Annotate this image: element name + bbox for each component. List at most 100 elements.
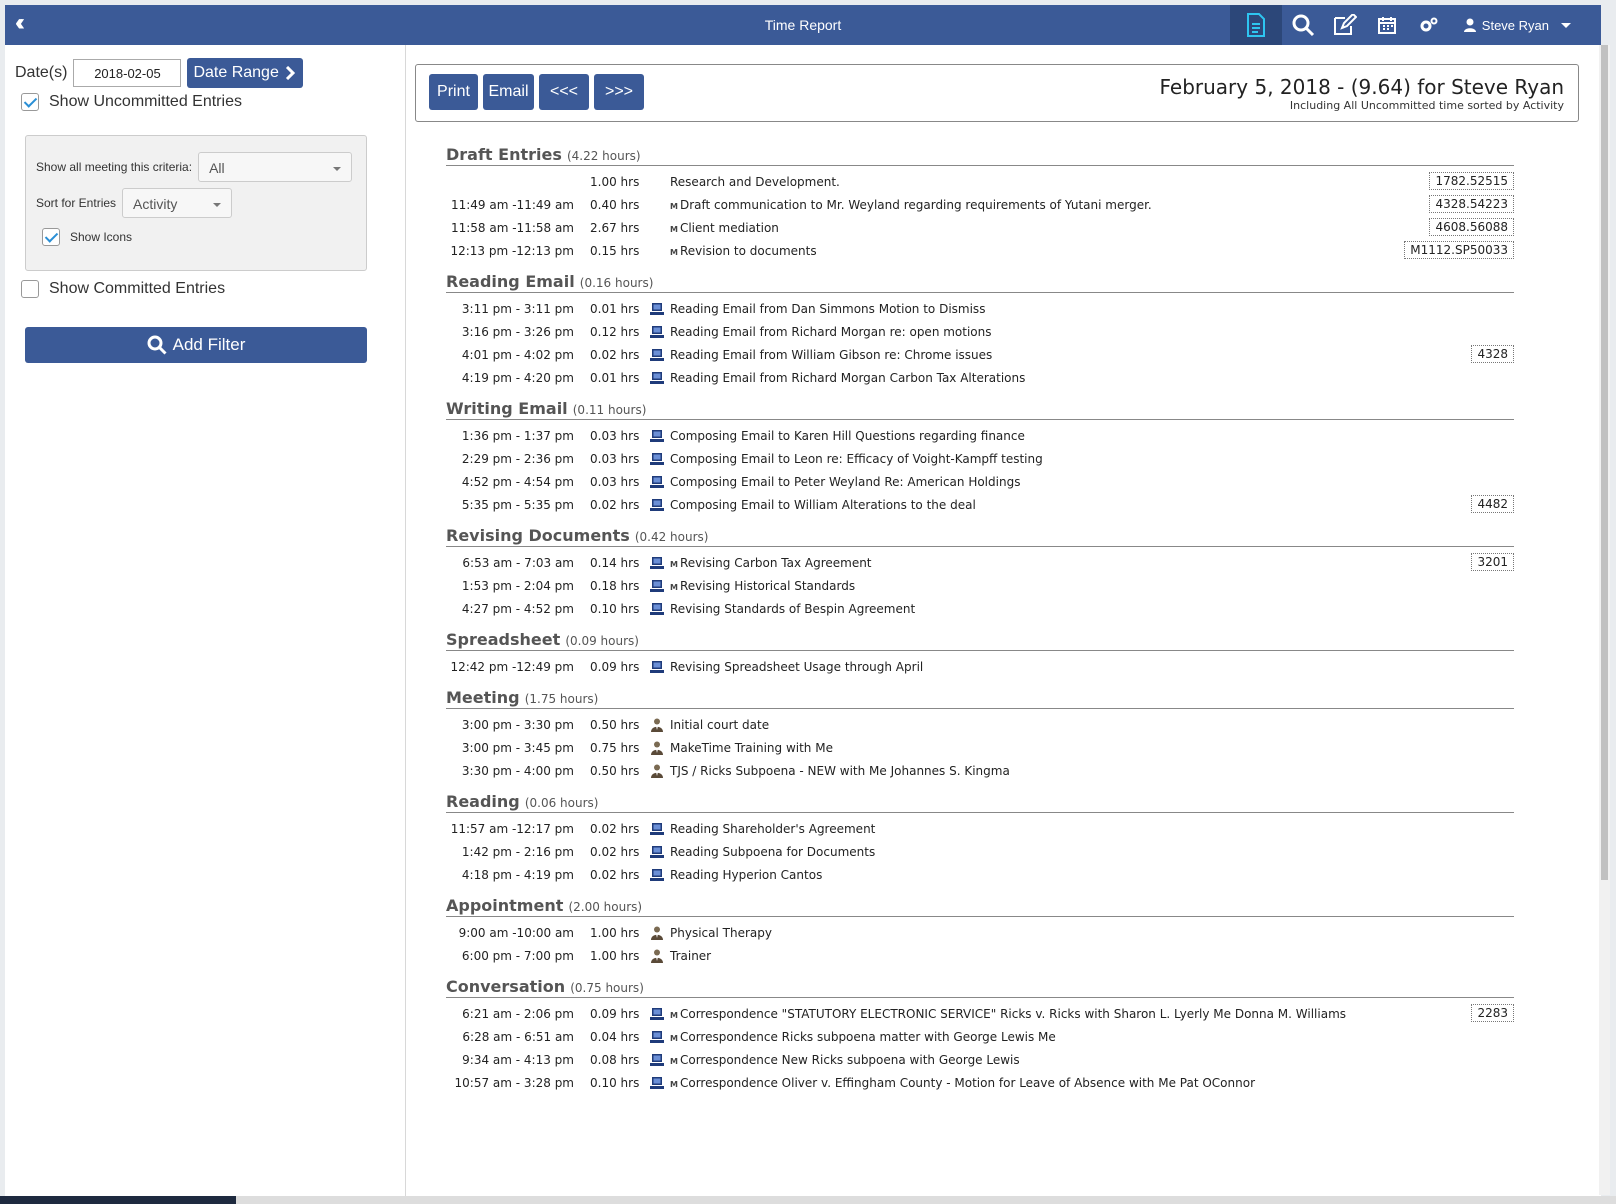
- add-filter-button[interactable]: Add Filter: [25, 327, 367, 363]
- matter-flag-icon: M: [670, 225, 678, 234]
- show-uncommitted-row[interactable]: Show Uncommitted Entries: [21, 93, 242, 111]
- matter-number[interactable]: 3201: [1471, 553, 1514, 571]
- entry-hours: 0.03 hrs: [590, 475, 640, 489]
- section-title: Reading: [446, 792, 520, 811]
- time-entry-row[interactable]: 1:53 pm - 2:04 pm 0.18 hrs M Revising Histo…: [446, 576, 1514, 599]
- entry-hours: 0.02 hrs: [590, 845, 640, 859]
- matter-flag-icon: M: [670, 1057, 678, 1066]
- time-entry-row[interactable]: 4:18 pm - 4:19 pm 0.02 hrs Reading Hyperio…: [446, 865, 1514, 888]
- time-entry-row[interactable]: 10:57 am - 3:28 pm 0.10 hrs M Correspondenc…: [446, 1073, 1514, 1096]
- entry-description-text: Initial court date: [670, 718, 770, 732]
- computer-icon: [650, 475, 664, 489]
- computer-icon: [650, 579, 664, 593]
- entry-description: TJS / Ricks Subpoena - NEW with Me Johan…: [670, 761, 1010, 781]
- entry-description: Reading Email from William Gibson re: Ch…: [670, 345, 992, 365]
- sort-select[interactable]: Activity: [122, 188, 233, 218]
- report-icon[interactable]: [1229, 5, 1282, 45]
- previous-day-button[interactable]: <<<: [539, 74, 589, 110]
- date-row: Date(s) 2018-02-05 Date Range: [15, 58, 303, 88]
- time-entry-row[interactable]: 11:49 am -11:49 am 0.40 hrs M Draft communi…: [446, 195, 1514, 218]
- activity-section: Reading (0.06 hours) 11:57 am -12:17 pm 0.…: [446, 792, 1514, 888]
- time-entry-row[interactable]: 3:16 pm - 3:26 pm 0.12 hrs Reading Email f…: [446, 322, 1514, 345]
- dropdown-arrow-icon: [213, 203, 222, 207]
- criteria-select[interactable]: All: [198, 152, 353, 182]
- matter-number[interactable]: M1112.SP50033: [1404, 241, 1514, 259]
- entry-description-text: Composing Email to Peter Weyland Re: Ame…: [670, 475, 1021, 489]
- time-entry-row[interactable]: 2:29 pm - 2:36 pm 0.03 hrs Composing Email…: [446, 449, 1514, 472]
- matter-number[interactable]: 4328: [1471, 345, 1514, 363]
- entry-description: Composing Email to Peter Weyland Re: Ame…: [670, 472, 1020, 492]
- show-icons-checkbox[interactable]: [42, 228, 60, 246]
- report-header: Print Email <<< >>> February 5, 2018 - (…: [415, 64, 1579, 122]
- time-entry-row[interactable]: 12:13 pm -12:13 pm 0.15 hrs M Revision to d…: [446, 241, 1514, 264]
- nav-icons: Steve Ryan: [1229, 5, 1601, 45]
- scrollbar-thumb[interactable]: [1601, 45, 1608, 880]
- entry-description-text: Revising Standards of Bespin Agreement: [670, 602, 916, 616]
- calendar-icon[interactable]: [1366, 5, 1408, 45]
- settings-icon[interactable]: [1408, 5, 1450, 45]
- show-icons-row[interactable]: Show Icons: [42, 228, 132, 246]
- entry-description: Composing Email to Leon re: Efficacy of …: [670, 449, 1043, 469]
- time-entry-row[interactable]: 5:35 pm - 5:35 pm 0.02 hrs Composing Email…: [446, 495, 1514, 518]
- entry-hours: 0.01 hrs: [590, 302, 640, 316]
- section-hours: (0.09 hours): [565, 634, 639, 648]
- entry-hours: 0.40 hrs: [590, 198, 640, 212]
- show-committed-row[interactable]: Show Committed Entries: [21, 280, 225, 298]
- date-range-button[interactable]: Date Range: [187, 58, 303, 88]
- matter-number[interactable]: 1782.52515: [1429, 172, 1514, 190]
- entry-hours: 1.00 hrs: [590, 949, 640, 963]
- user-menu[interactable]: Steve Ryan: [1450, 18, 1601, 33]
- activity-section: Draft Entries (4.22 hours) 1.00 hrs Resear…: [446, 145, 1514, 264]
- time-entry-row[interactable]: 11:57 am -12:17 pm 0.02 hrs Reading Shareh…: [446, 819, 1514, 842]
- scrollbar[interactable]: [1599, 45, 1610, 1195]
- time-entry-row[interactable]: 1:42 pm - 2:16 pm 0.02 hrs Reading Subpoen…: [446, 842, 1514, 865]
- time-entry-row[interactable]: 6:28 am - 6:51 am 0.04 hrs M Correspondence…: [446, 1027, 1514, 1050]
- entry-time: 11:58 am -11:58 am: [450, 221, 574, 235]
- time-entry-row[interactable]: 1.00 hrs Research and Development. 1782.52…: [446, 172, 1514, 195]
- time-entry-row[interactable]: 3:00 pm - 3:30 pm 0.50 hrs Initial court d…: [446, 715, 1514, 738]
- matter-number[interactable]: 4608.56088: [1429, 218, 1514, 236]
- section-title: Meeting: [446, 688, 520, 707]
- section-title: Draft Entries: [446, 145, 562, 164]
- time-entry-row[interactable]: 12:42 pm -12:49 pm 0.09 hrs Revising Sprea…: [446, 657, 1514, 680]
- time-entry-row[interactable]: 4:19 pm - 4:20 pm 0.01 hrs Reading Email f…: [446, 368, 1514, 391]
- activity-section: Reading Email (0.16 hours) 3:11 pm - 3:11…: [446, 272, 1514, 391]
- matter-flag-icon: M: [670, 560, 678, 569]
- section-title: Spreadsheet: [446, 630, 561, 649]
- entry-description: Revising Standards of Bespin Agreement: [670, 599, 915, 619]
- date-input[interactable]: 2018-02-05: [73, 59, 182, 87]
- matter-number[interactable]: 4482: [1471, 495, 1514, 513]
- entry-description: Revising Spreadsheet Usage through April: [670, 657, 923, 677]
- time-entry-row[interactable]: 4:52 pm - 4:54 pm 0.03 hrs Composing Email…: [446, 472, 1514, 495]
- entry-description-text: Reading Subpoena for Documents: [670, 845, 876, 859]
- time-entry-row[interactable]: 4:27 pm - 4:52 pm 0.10 hrs Revising Standa…: [446, 599, 1514, 622]
- entry-time: 2:29 pm - 2:36 pm: [461, 452, 574, 466]
- entry-description: Reading Shareholder's Agreement: [670, 819, 875, 839]
- time-entry-row[interactable]: 6:53 am - 7:03 am 0.14 hrs M Revising Carbo…: [446, 553, 1514, 576]
- entry-description: M Revision to documents: [670, 241, 817, 263]
- matter-number[interactable]: 4328.54223: [1429, 195, 1514, 213]
- time-entry-row[interactable]: 6:00 pm - 7:00 pm 1.00 hrs Trainer: [446, 946, 1514, 969]
- matter-number[interactable]: 2283: [1471, 1004, 1514, 1022]
- section-title: Writing Email: [446, 399, 568, 418]
- time-entry-row[interactable]: 9:34 am - 4:13 pm 0.08 hrs M Correspondence…: [446, 1050, 1514, 1073]
- time-entry-row[interactable]: 3:00 pm - 3:45 pm 0.75 hrs MakeTime Traini…: [446, 738, 1514, 761]
- time-entry-row[interactable]: 3:11 pm - 3:11 pm 0.01 hrs Reading Email f…: [446, 299, 1514, 322]
- edit-icon[interactable]: [1324, 5, 1366, 45]
- time-entry-row[interactable]: 11:58 am -11:58 am 2.67 hrs M Client mediat…: [446, 218, 1514, 241]
- show-uncommitted-checkbox[interactable]: [21, 93, 39, 111]
- time-entry-row[interactable]: 9:00 am -10:00 am 1.00 hrs Physical Therap…: [446, 923, 1514, 946]
- time-entry-row[interactable]: 4:01 pm - 4:02 pm 0.02 hrs Reading Email f…: [446, 345, 1514, 368]
- show-committed-checkbox[interactable]: [21, 280, 39, 298]
- report-panel: Print Email <<< >>> February 5, 2018 - (…: [406, 45, 1601, 1204]
- time-entry-row[interactable]: 3:30 pm - 4:00 pm 0.50 hrs TJS / Ricks Sub…: [446, 761, 1514, 784]
- entry-time: 12:13 pm -12:13 pm: [450, 244, 574, 258]
- time-entry-row[interactable]: 1:36 pm - 1:37 pm 0.03 hrs Composing Email…: [446, 426, 1514, 449]
- search-icon[interactable]: [1282, 5, 1324, 45]
- entry-description-text: Reading Shareholder's Agreement: [670, 822, 876, 836]
- next-day-button[interactable]: >>>: [594, 74, 644, 110]
- email-button[interactable]: Email: [483, 74, 534, 110]
- entry-description: Initial court date: [670, 715, 769, 735]
- time-entry-row[interactable]: 6:21 am - 2:06 pm 0.09 hrs M Correspondence…: [446, 1004, 1514, 1027]
- print-button[interactable]: Print: [429, 74, 478, 110]
